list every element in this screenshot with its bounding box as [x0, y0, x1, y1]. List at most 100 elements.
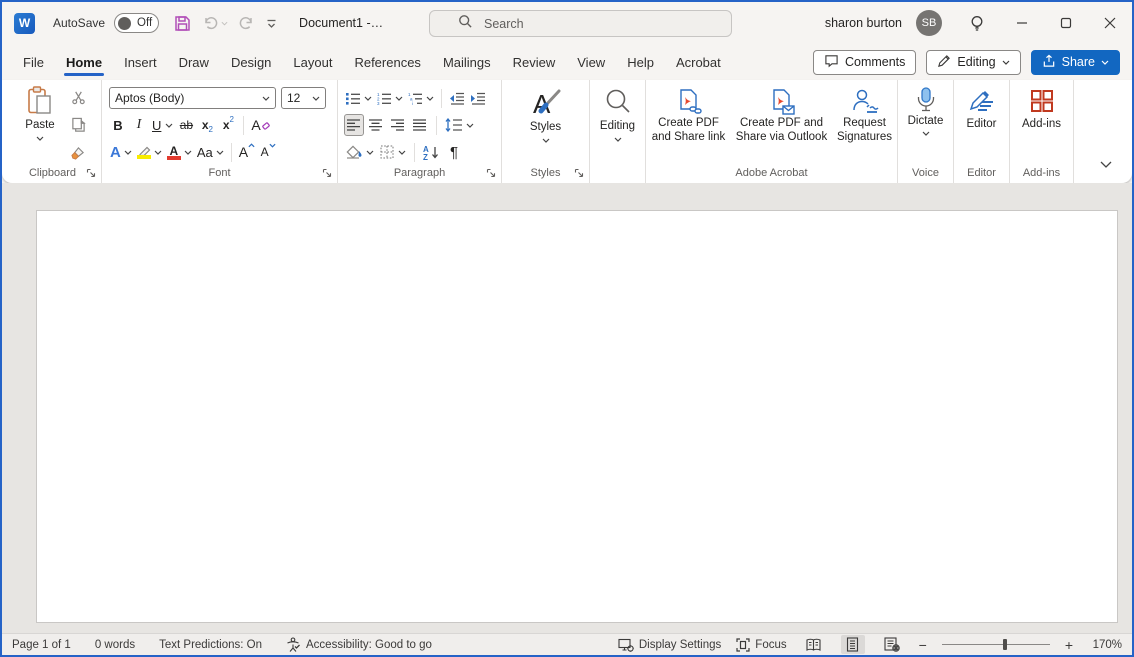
highlight-color-button[interactable] — [135, 141, 164, 163]
zoom-in-button[interactable]: + — [1065, 638, 1073, 652]
zoom-out-button[interactable]: − — [919, 638, 927, 652]
tab-review[interactable]: Review — [502, 44, 567, 80]
bold-button[interactable]: B — [108, 114, 128, 136]
tab-file[interactable]: File — [12, 44, 55, 80]
pdf-share-outlook-icon — [768, 88, 796, 116]
styles-dialog-launcher-icon[interactable] — [574, 168, 584, 178]
subscript-button[interactable]: x 2 — [197, 114, 217, 136]
tab-home[interactable]: Home — [55, 44, 113, 80]
print-layout-button[interactable] — [841, 635, 865, 654]
styles-button-label: Styles — [530, 120, 561, 134]
tab-mailings[interactable]: Mailings — [432, 44, 502, 80]
search-input[interactable] — [484, 17, 684, 31]
scissors-icon — [71, 90, 86, 105]
minimize-button[interactable] — [1000, 2, 1044, 44]
sort-button[interactable]: A Z — [421, 141, 442, 163]
user-name[interactable]: sharon burton — [825, 16, 902, 30]
create-pdf-share-link-button[interactable]: Create PDF and Share link — [647, 88, 731, 144]
read-mode-button[interactable] — [802, 635, 826, 654]
tell-me-lightbulb-icon[interactable] — [962, 2, 992, 44]
multilevel-list-button[interactable]: 1ai — [406, 87, 436, 109]
font-color-button[interactable]: A — [165, 141, 194, 163]
shrink-font-button[interactable]: A — [258, 141, 278, 163]
borders-button[interactable] — [378, 141, 408, 163]
search-box[interactable] — [429, 10, 732, 37]
font-dialog-launcher-icon[interactable] — [322, 168, 332, 178]
maximize-button[interactable] — [1044, 2, 1088, 44]
document-page[interactable] — [36, 210, 1118, 623]
focus-button[interactable]: Focus — [736, 638, 786, 652]
font-size-combo[interactable]: 12 — [281, 87, 326, 109]
tab-layout[interactable]: Layout — [282, 44, 343, 80]
numbering-button[interactable]: 123 — [375, 87, 405, 109]
page-indicator[interactable]: Page 1 of 1 — [12, 639, 71, 651]
line-spacing-button[interactable] — [443, 114, 476, 136]
editing-group-button[interactable]: Editing — [590, 88, 645, 142]
document-title[interactable]: Document1 -… — [299, 16, 383, 30]
autosave-toggle[interactable]: Off — [114, 13, 159, 33]
superscript-button[interactable]: x 2 — [218, 114, 238, 136]
addins-button[interactable]: Add-ins — [1010, 89, 1073, 131]
cut-button[interactable] — [68, 86, 88, 108]
align-center-button[interactable] — [366, 114, 386, 136]
word-count[interactable]: 0 words — [95, 639, 135, 651]
paste-button[interactable]: Paste — [18, 86, 62, 141]
status-bar: Page 1 of 1 0 words Text Predictions: On… — [2, 633, 1132, 655]
styles-button[interactable]: A Styles — [502, 88, 589, 143]
italic-button[interactable]: I — [129, 114, 149, 136]
font-name-combo[interactable]: Aptos (Body) — [109, 87, 276, 109]
avatar[interactable]: SB — [916, 10, 942, 36]
editing-mode-button[interactable]: Editing — [926, 50, 1020, 75]
web-layout-button[interactable] — [880, 635, 904, 654]
close-button[interactable] — [1088, 2, 1132, 44]
justify-icon — [413, 119, 427, 131]
tab-draw[interactable]: Draw — [168, 44, 220, 80]
paragraph-dialog-launcher-icon[interactable] — [486, 168, 496, 178]
display-settings-button[interactable]: Display Settings — [618, 638, 721, 652]
clear-formatting-button[interactable]: A — [249, 114, 272, 136]
text-predictions-status[interactable]: Text Predictions: On — [159, 639, 262, 651]
show-formatting-button[interactable]: ¶ — [444, 141, 464, 163]
redo-icon[interactable] — [239, 15, 255, 31]
zoom-slider-thumb[interactable] — [1003, 639, 1007, 650]
zoom-slider[interactable] — [942, 644, 1050, 645]
word-window: W AutoSave Off — [0, 0, 1134, 657]
align-left-button[interactable] — [344, 114, 364, 136]
tab-help[interactable]: Help — [616, 44, 665, 80]
decrease-indent-button[interactable] — [447, 87, 467, 109]
shading-button[interactable] — [344, 141, 376, 163]
tabbar-actions: Comments Editing Share — [813, 50, 1132, 75]
justify-button[interactable] — [410, 114, 430, 136]
request-signatures-button[interactable]: Request Signatures — [833, 88, 897, 144]
align-right-button[interactable] — [388, 114, 408, 136]
increase-indent-button[interactable] — [468, 87, 488, 109]
bullets-button[interactable] — [344, 87, 374, 109]
dictate-button[interactable]: Dictate — [898, 87, 953, 136]
comments-button[interactable]: Comments — [813, 50, 916, 75]
save-icon[interactable] — [174, 15, 191, 32]
customize-quick-access-icon[interactable] — [266, 19, 277, 28]
tab-insert[interactable]: Insert — [113, 44, 168, 80]
create-pdf-share-outlook-button[interactable]: Create PDF and Share via Outlook — [735, 88, 829, 144]
accessibility-status[interactable]: Accessibility: Good to go — [286, 637, 432, 652]
tab-acrobat[interactable]: Acrobat — [665, 44, 732, 80]
share-button[interactable]: Share — [1031, 50, 1120, 75]
grow-font-button[interactable]: A — [237, 141, 257, 163]
tab-design[interactable]: Design — [220, 44, 282, 80]
undo-icon[interactable] — [202, 15, 228, 31]
microphone-icon — [914, 87, 938, 113]
zoom-level[interactable]: 170% — [1088, 639, 1122, 651]
strikethrough-button[interactable]: ab — [176, 114, 196, 136]
sort-az-icon: A Z — [423, 145, 440, 160]
editor-button[interactable]: Editor — [954, 89, 1009, 131]
underline-button[interactable]: U — [150, 114, 175, 136]
group-clipboard: Paste — [4, 80, 102, 183]
format-painter-button[interactable] — [68, 142, 88, 164]
change-case-button[interactable]: Aa — [195, 141, 226, 163]
tab-view[interactable]: View — [566, 44, 616, 80]
copy-button[interactable] — [68, 114, 88, 136]
clipboard-dialog-launcher-icon[interactable] — [86, 168, 96, 178]
collapse-ribbon-icon[interactable] — [1100, 155, 1112, 173]
text-effects-button[interactable]: A — [108, 141, 134, 163]
tab-references[interactable]: References — [343, 44, 431, 80]
